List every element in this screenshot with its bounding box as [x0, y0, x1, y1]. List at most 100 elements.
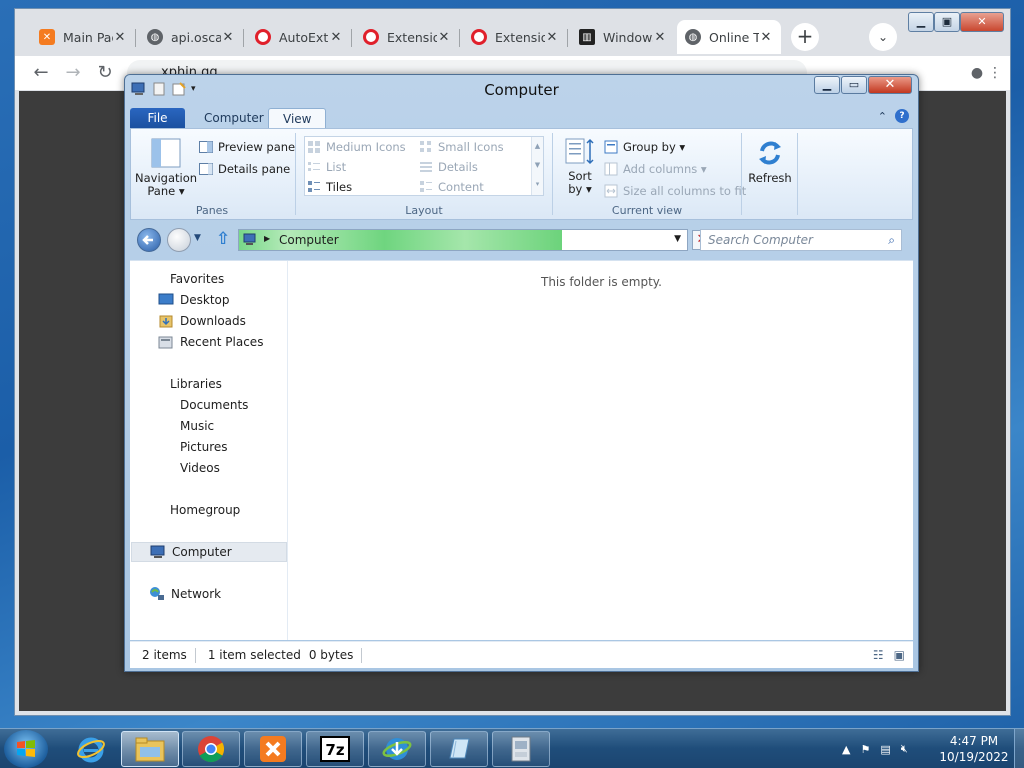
nav-videos[interactable]: Videos — [180, 458, 220, 478]
nav-homegroup[interactable]: Homegroup — [170, 500, 240, 520]
chrome-tab-online[interactable]: ◍ Online T ✕ — [677, 20, 781, 54]
sort-by-button[interactable]: Sort by ▾ — [560, 137, 600, 196]
breadcrumb-chevron-icon[interactable]: ▶ — [264, 234, 270, 243]
volume-muted-icon[interactable]: 🔇︎ — [901, 742, 908, 756]
back-arrow-icon[interactable]: ← — [29, 61, 53, 85]
tab-close-icon[interactable]: ✕ — [653, 30, 667, 45]
tiles-label: Tiles — [326, 180, 353, 194]
navigation-pane-button[interactable]: Navigation Pane ▾ — [135, 137, 197, 198]
back-arrow-icon — [142, 235, 153, 245]
details-view-icon[interactable]: ☷ — [873, 648, 884, 662]
minimize-ribbon-icon[interactable]: ⌃ — [878, 110, 887, 123]
show-desktop-button[interactable] — [1014, 729, 1024, 768]
taskbar-download-manager[interactable] — [368, 731, 426, 767]
small-icons-icon — [420, 141, 431, 152]
nav-documents[interactable]: Documents — [180, 395, 248, 415]
nav-music[interactable]: Music — [180, 416, 214, 436]
tab-close-icon[interactable]: ✕ — [113, 30, 127, 45]
maximize-button[interactable]: ▭ — [841, 76, 867, 94]
empty-folder-message: This folder is empty. — [541, 275, 662, 289]
nav-network[interactable]: Network — [149, 584, 221, 604]
taskbar-7zip[interactable]: 7z — [306, 731, 364, 767]
forward-arrow-icon[interactable]: → — [61, 61, 85, 85]
medium-icons-option[interactable]: Medium Icons — [307, 137, 406, 157]
details-pane-icon — [199, 163, 213, 175]
nav-favorites[interactable]: Favorites — [170, 269, 224, 289]
sort-by-label2: by — [568, 182, 583, 196]
ribbon-divider — [797, 133, 798, 215]
add-columns-button[interactable]: Add columns ▾ — [604, 159, 707, 179]
back-button[interactable] — [137, 228, 161, 252]
preview-pane-button[interactable]: Preview pane — [199, 137, 295, 157]
nav-downloads[interactable]: Downloads — [158, 311, 246, 331]
content-option[interactable]: Content — [419, 177, 484, 197]
large-icons-view-icon[interactable]: ▣ — [894, 648, 905, 662]
add-columns-icon — [604, 162, 618, 176]
taskbar-explorer[interactable] — [121, 731, 179, 767]
tab-title: Online T — [709, 29, 759, 45]
action-center-flag-icon[interactable]: ⚑ — [860, 743, 870, 756]
start-button[interactable] — [4, 730, 48, 768]
recent-locations-icon[interactable]: ▼ — [194, 233, 201, 243]
chrome-menu-icon[interactable]: ⋮ — [983, 61, 1007, 85]
tab-close-icon[interactable]: ✕ — [545, 30, 559, 45]
nav-desktop[interactable]: Desktop — [158, 290, 230, 310]
taskbar-notepad-app[interactable] — [430, 731, 488, 767]
forward-button[interactable] — [167, 228, 191, 252]
close-button[interactable]: ✕ — [868, 76, 912, 94]
chrome-tab-main-page[interactable]: ✕ Main Page ✕ — [31, 20, 135, 54]
nav-recent-places[interactable]: Recent Places — [158, 332, 263, 352]
chrome-tab-autoextend[interactable]: AutoExtend ✕ — [247, 20, 351, 54]
tab-computer[interactable]: Computer — [190, 108, 278, 129]
chrome-tab-api-oscar[interactable]: ◍ api.oscar ✕ — [139, 20, 243, 54]
internet-explorer-icon — [77, 737, 105, 763]
tiles-option[interactable]: Tiles — [307, 177, 352, 197]
search-icon[interactable]: ⌕ — [888, 230, 895, 250]
group-by-button[interactable]: Group by ▾ — [604, 137, 685, 157]
help-icon[interactable]: ? — [895, 109, 909, 123]
taskbar-chrome[interactable] — [182, 731, 240, 767]
tab-file[interactable]: File — [130, 108, 185, 129]
tab-view[interactable]: View — [268, 108, 327, 129]
minimize-button[interactable]: ▁ — [814, 76, 840, 94]
taskbar-ie[interactable] — [62, 731, 120, 767]
new-tab-button[interactable]: + — [791, 23, 819, 51]
chrome-tab-extensions-2[interactable]: Extensions ✕ — [463, 20, 567, 54]
preview-pane-icon — [199, 141, 213, 153]
chrome-tab-windows[interactable]: ▥ Windows ✕ — [571, 20, 675, 54]
tab-close-icon[interactable]: ✕ — [759, 30, 773, 45]
layout-gallery-scroll[interactable]: ▲ ▼ ▾ — [531, 137, 543, 195]
tab-search-button[interactable]: ⌄ — [869, 23, 897, 51]
chrome-tab-extensions-1[interactable]: Extensions ✕ — [355, 20, 459, 54]
tab-close-icon[interactable]: ✕ — [437, 30, 451, 45]
nav-libraries[interactable]: Libraries — [170, 374, 222, 394]
system-clock[interactable]: 4:47 PM 10/19/2022 — [936, 733, 1012, 765]
xampp-icon: ✕ — [39, 29, 55, 45]
details-pane-button[interactable]: Details pane — [199, 159, 290, 179]
small-icons-option[interactable]: Small Icons — [419, 137, 504, 157]
taskbar-xampp[interactable] — [244, 731, 302, 767]
search-input[interactable]: Search Computer ⌕ — [700, 229, 902, 251]
details-option[interactable]: Details — [419, 157, 478, 177]
chrome-close-button[interactable]: ✕ — [960, 12, 1004, 32]
refresh-button[interactable]: Refresh — [745, 137, 795, 185]
ribbon-view: Navigation Pane ▾ Preview pane Details p… — [130, 128, 913, 220]
address-dropdown-icon[interactable]: ▼ — [674, 234, 681, 244]
taskbar-installer[interactable] — [492, 731, 550, 767]
chrome-maximize-button[interactable]: ▣ — [934, 12, 960, 32]
size-columns-button[interactable]: Size all columns to fit — [604, 181, 746, 201]
tab-close-icon[interactable]: ✕ — [329, 30, 343, 45]
network-tray-icon[interactable]: ▤ — [880, 743, 890, 756]
reload-icon[interactable]: ↻ — [93, 61, 117, 85]
ribbon-divider — [552, 133, 553, 215]
show-hidden-icons-icon[interactable]: ▲ — [842, 743, 850, 756]
up-arrow-icon[interactable]: ⇧ — [216, 229, 230, 249]
list-option[interactable]: List — [307, 157, 346, 177]
address-toolbar: ▼ ⇧ ▶ Computer ▼ ✕ Search Computer ⌕ — [130, 222, 913, 258]
address-bar[interactable]: ▶ Computer ▼ — [238, 229, 688, 251]
nav-pictures[interactable]: Pictures — [180, 437, 228, 457]
chrome-minimize-button[interactable]: ▁ — [908, 12, 934, 32]
tab-close-icon[interactable]: ✕ — [221, 30, 235, 45]
nav-label: Recent Places — [180, 335, 264, 349]
nav-computer[interactable]: Computer — [131, 542, 287, 562]
